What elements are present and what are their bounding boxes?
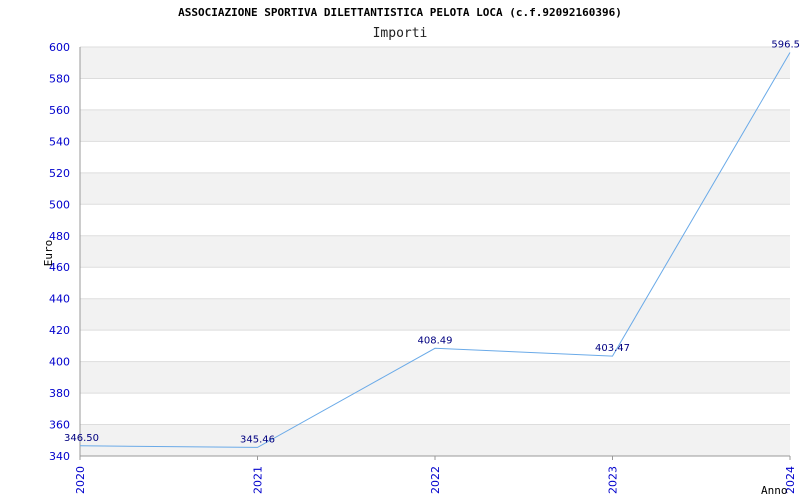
- y-tick-label: 520: [49, 167, 70, 180]
- data-label: 346.50: [64, 433, 99, 444]
- grid-band: [80, 298, 790, 331]
- grid-band: [80, 47, 790, 79]
- y-tick-label: 440: [49, 293, 70, 306]
- grid-band: [80, 235, 790, 268]
- grid-bands: [80, 47, 790, 456]
- y-tick-label: 540: [49, 135, 70, 148]
- y-tick-label: 380: [49, 387, 70, 400]
- data-label: 403.47: [595, 343, 630, 354]
- y-tick-label: 420: [49, 324, 70, 337]
- x-tick-label: 2022: [429, 466, 442, 494]
- x-tick-label: 2020: [74, 466, 87, 494]
- line-chart: 3403603804004204404604805005205405605806…: [42, 6, 800, 497]
- grid-band: [80, 424, 790, 456]
- y-tick-label: 580: [49, 72, 70, 85]
- x-tick-labels: 2020 2021 2022 2023 2024: [74, 466, 797, 494]
- data-label: 345.46: [240, 434, 275, 445]
- grid-band: [80, 109, 790, 142]
- chart-subtitle: Importi: [373, 26, 428, 41]
- grid-band: [80, 361, 790, 394]
- y-tick-label: 560: [49, 104, 70, 117]
- y-tick-label: 340: [49, 450, 70, 463]
- data-label: 596.5: [771, 40, 800, 51]
- x-tick-label: 2023: [607, 466, 620, 494]
- data-label: 408.49: [418, 335, 453, 346]
- chart-title: ASSOCIAZIONE SPORTIVA DILETTANTISTICA PE…: [178, 6, 622, 19]
- y-tick-label: 360: [49, 419, 70, 432]
- x-axis-label: Anno: [761, 484, 788, 497]
- y-tick-label: 600: [49, 41, 70, 54]
- y-axis-label: Euro: [42, 240, 55, 267]
- y-tick-label: 400: [49, 356, 70, 369]
- y-tick-label: 500: [49, 198, 70, 211]
- x-tick-label: 2021: [252, 466, 265, 494]
- grid-band: [80, 172, 790, 205]
